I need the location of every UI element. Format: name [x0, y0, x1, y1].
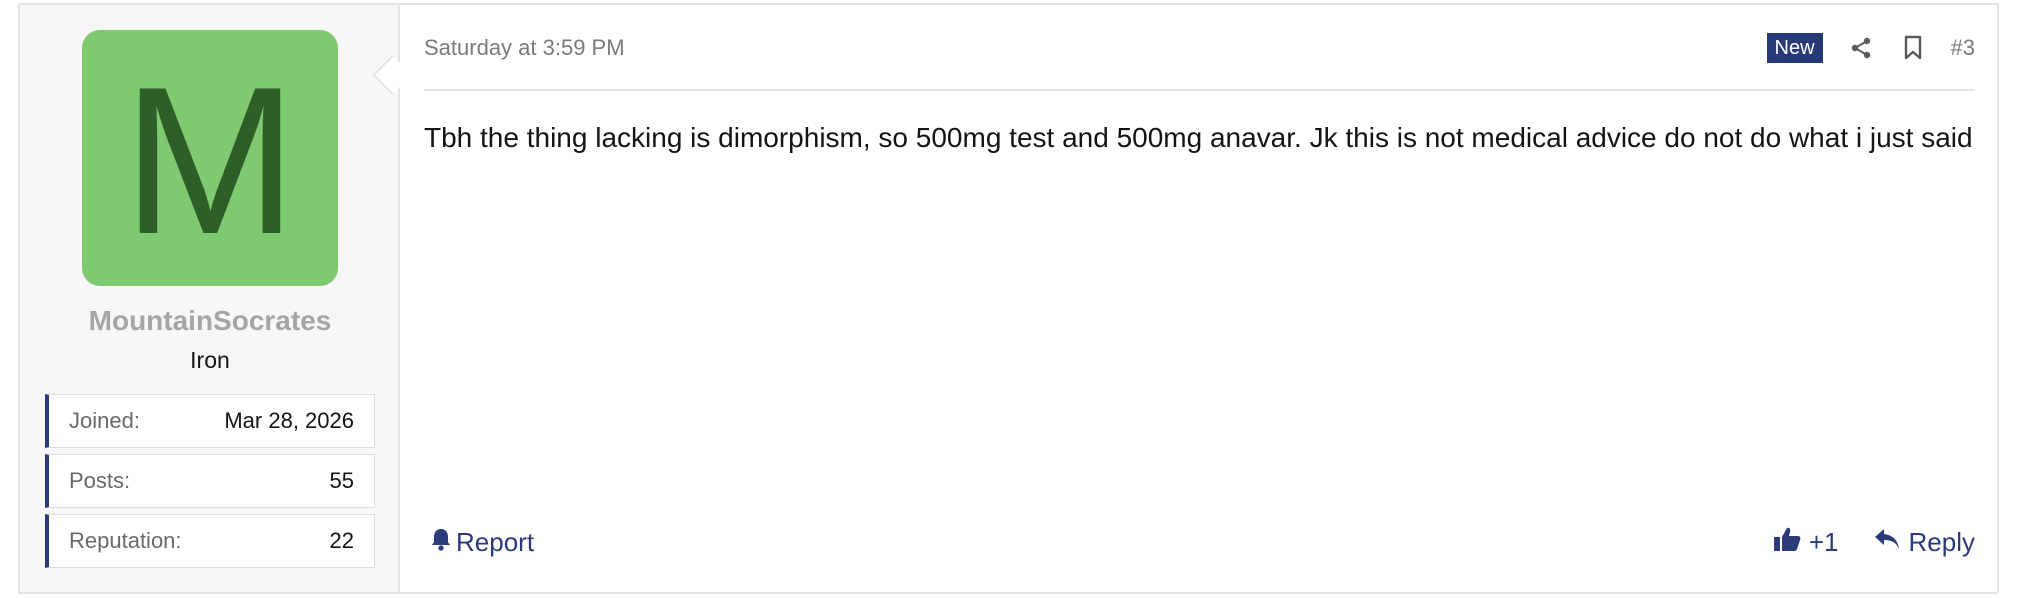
- stat-posts: Posts: 55: [45, 454, 375, 508]
- reply-button[interactable]: Reply: [1873, 527, 1975, 558]
- user-panel: M MountainSocrates Iron Joined: Mar 28, …: [20, 5, 400, 592]
- post-number-link[interactable]: #3: [1951, 35, 1975, 61]
- avatar-letter: M: [122, 43, 298, 278]
- header-divider: [424, 89, 1975, 91]
- stat-value: 55: [329, 468, 354, 493]
- forum-post: M MountainSocrates Iron Joined: Mar 28, …: [18, 3, 1999, 594]
- avatar[interactable]: M: [82, 30, 338, 286]
- like-button[interactable]: +1: [1773, 525, 1839, 560]
- thumbs-up-icon: [1773, 525, 1801, 560]
- stat-label: Joined:: [69, 408, 140, 433]
- report-button[interactable]: Report: [430, 527, 534, 558]
- post-date-link[interactable]: Saturday at 3:59 PM: [424, 35, 625, 61]
- stat-label: Reputation:: [69, 528, 182, 553]
- stat-joined: Joined: Mar 28, 2026: [45, 394, 375, 448]
- like-count: +1: [1808, 527, 1839, 557]
- share-icon[interactable]: [1847, 34, 1875, 62]
- username-link[interactable]: MountainSocrates: [20, 305, 400, 337]
- bookmark-icon[interactable]: [1899, 34, 1927, 62]
- stat-value: 22: [329, 528, 354, 553]
- post-header-actions: New #3: [1766, 31, 1975, 65]
- stat-reputation: Reputation: 22: [45, 514, 375, 568]
- post-body: Tbh the thing lacking is dimorphism, so …: [424, 122, 1973, 153]
- bell-icon: [430, 527, 452, 558]
- user-title: Iron: [190, 347, 230, 373]
- report-label: Report: [456, 527, 535, 557]
- stat-value: Mar 28, 2026: [224, 408, 354, 433]
- new-badge: New: [1766, 33, 1823, 63]
- message-content: Saturday at 3:59 PM New #3 Tbh the thing…: [400, 5, 1997, 592]
- reply-label: Reply: [1908, 527, 1975, 557]
- post-footer-actions: +1 Reply: [1773, 525, 1975, 560]
- reply-icon: [1873, 527, 1901, 558]
- stat-label: Posts:: [69, 468, 131, 493]
